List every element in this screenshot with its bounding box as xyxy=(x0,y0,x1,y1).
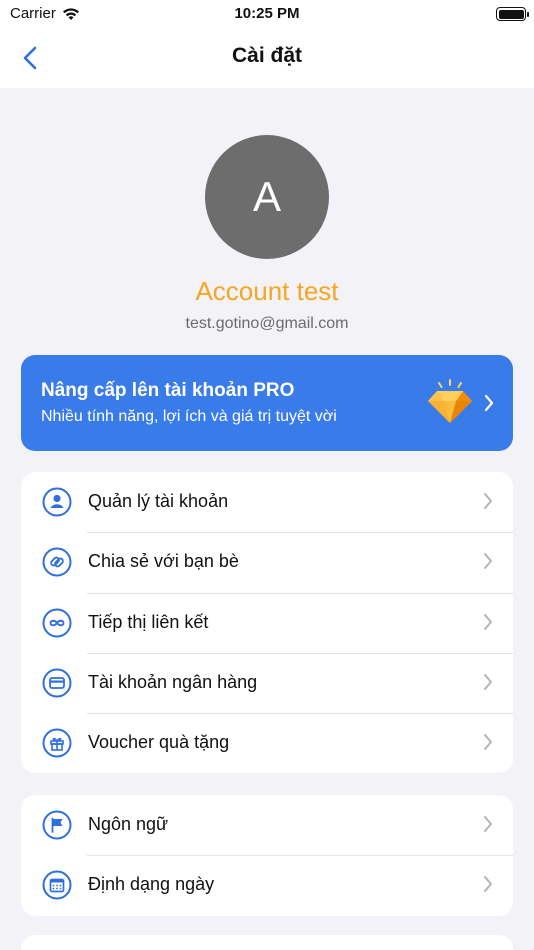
calendar-icon xyxy=(42,870,72,900)
next-settings-group xyxy=(21,935,513,950)
page-title: Cài đặt xyxy=(231,44,302,67)
diamond-icon xyxy=(428,379,472,423)
row-label: Tiếp thị liên kết xyxy=(88,611,209,632)
chevron-right-icon xyxy=(484,816,492,832)
avatar[interactable]: A xyxy=(205,135,329,259)
status-time: 10:25 PM xyxy=(234,5,300,22)
account-settings-group: Quản lý tài khoản Chia sẻ với bạn bè Tiế… xyxy=(21,472,513,774)
settings-row-bank-account[interactable]: Tài khoản ngân hàng xyxy=(21,652,513,713)
chevron-right-icon xyxy=(484,876,492,893)
gift-icon xyxy=(42,728,72,758)
flag-icon xyxy=(42,810,72,840)
pro-banner-title: Nâng cấp lên tài khoản PRO xyxy=(41,380,295,401)
profile-name: Account test xyxy=(195,276,339,306)
settings-row-affiliate-marketing[interactable]: Tiếp thị liên kết xyxy=(21,592,513,653)
pro-banner-subtitle: Nhiều tính năng, lợi ích và giá trị tuyệ… xyxy=(41,408,337,425)
user-icon xyxy=(42,487,72,517)
battery-icon xyxy=(496,7,529,21)
battery-level xyxy=(498,9,524,19)
settings-row-account-management[interactable]: Quản lý tài khoản xyxy=(21,472,513,532)
row-label: Voucher quà tặng xyxy=(88,732,230,753)
upgrade-pro-banner[interactable]: Nâng cấp lên tài khoản PRO Nhiều tính nă… xyxy=(21,355,513,451)
row-label: Định dạng ngày xyxy=(88,874,215,895)
settings-row-share-with-friends[interactable]: Chia sẻ với bạn bè xyxy=(21,532,513,592)
settings-row-date-format[interactable]: Định dạng ngày xyxy=(21,855,513,915)
navigation-bar: Cài đặt xyxy=(0,30,534,88)
row-label: Chia sẻ với bạn bè xyxy=(88,551,239,572)
chevron-right-icon xyxy=(484,553,492,570)
chevron-right-icon xyxy=(484,394,494,412)
status-bar: Carrier 10:25 PM xyxy=(0,0,534,30)
credit-card-icon xyxy=(42,668,72,698)
preferences-settings-group: Ngôn ngữ Định dạng ngày xyxy=(21,795,513,916)
chevron-right-icon xyxy=(484,613,492,630)
settings-row-language[interactable]: Ngôn ngữ xyxy=(21,795,513,855)
chevron-right-icon xyxy=(484,673,492,690)
infinity-icon xyxy=(42,608,72,638)
row-label: Quản lý tài khoản xyxy=(88,491,229,511)
profile-email: test.gotino@gmail.com xyxy=(185,315,349,332)
avatar-initial: A xyxy=(252,173,281,220)
row-label: Tài khoản ngân hàng xyxy=(88,671,258,692)
chevron-right-icon xyxy=(484,493,492,509)
row-label: Ngôn ngữ xyxy=(88,814,169,834)
link-icon xyxy=(42,547,72,577)
chevron-right-icon xyxy=(484,734,492,751)
settings-row-gift-voucher[interactable]: Voucher quà tặng xyxy=(21,713,513,773)
